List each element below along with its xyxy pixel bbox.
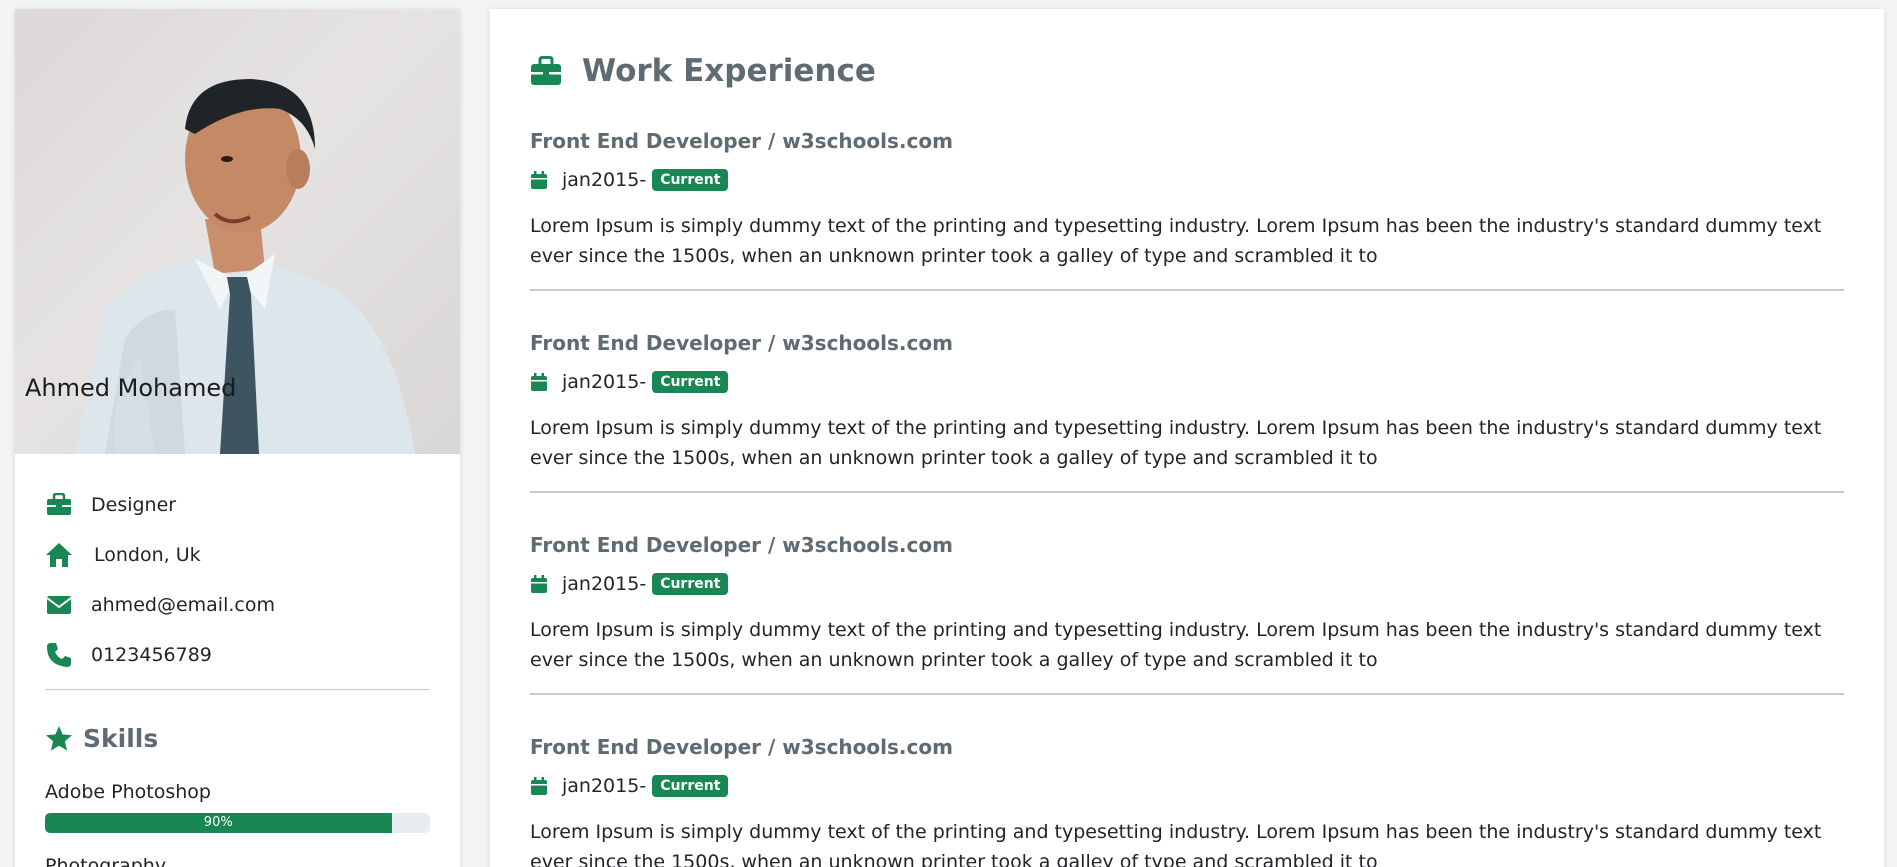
job-entry: Front End Developer / w3schools.com jan2… [530, 129, 1844, 291]
info-row-occupation: Designer [45, 480, 430, 530]
profile-photo: Ahmed Mohamed [15, 9, 460, 454]
status-badge: Current [652, 573, 729, 595]
briefcase-icon [530, 56, 562, 86]
job-title: Front End Developer / w3schools.com [530, 533, 953, 557]
job-description: Lorem Ipsum is simply dummy text of the … [530, 619, 1822, 671]
skills-title-text: Skills [83, 724, 159, 753]
job-date-row: jan2015- Current [530, 775, 1844, 797]
work-experience-card: Work Experience Front End Developer / w3… [490, 9, 1884, 867]
resume-page: Ahmed Mohamed Designer London, Uk ahmed@… [0, 0, 1897, 867]
work-experience-heading: Work Experience [530, 53, 1844, 89]
skill-name-photoshop: Adobe Photoshop [45, 781, 211, 803]
job-date: jan2015- [562, 573, 647, 595]
location-text: London, Uk [94, 544, 201, 566]
job-description: Lorem Ipsum is simply dummy text of the … [530, 417, 1822, 469]
phone-text[interactable]: 0123456789 [91, 644, 212, 666]
skill-progress-photoshop: 90% [45, 813, 430, 833]
job-date-row: jan2015- Current [530, 169, 1844, 191]
profile-card: Ahmed Mohamed Designer London, Uk ahmed@… [15, 9, 460, 867]
info-row-email: ahmed@email.com [45, 580, 430, 630]
occupation-text: Designer [91, 494, 177, 516]
calendar-icon [530, 776, 548, 796]
job-date: jan2015- [562, 775, 647, 797]
calendar-icon [530, 372, 548, 392]
envelope-icon [45, 591, 73, 619]
profile-divider [45, 689, 430, 690]
job-date: jan2015- [562, 169, 647, 191]
job-entry: Front End Developer / w3schools.com jan2… [530, 735, 1844, 867]
job-description: Lorem Ipsum is simply dummy text of the … [530, 215, 1822, 267]
skill-name-photography: Photography [45, 855, 167, 867]
skill-progress-bar: 90% [45, 813, 392, 833]
job-date-row: jan2015- Current [530, 371, 1844, 393]
status-badge: Current [652, 371, 729, 393]
job-title: Front End Developer / w3schools.com [530, 331, 953, 355]
job-date-row: jan2015- Current [530, 573, 1844, 595]
profile-name: Ahmed Mohamed [25, 374, 237, 402]
skills-heading: Skills [45, 724, 430, 753]
job-entry: Front End Developer / w3schools.com jan2… [530, 533, 1844, 695]
email-text[interactable]: ahmed@email.com [91, 594, 275, 616]
info-row-phone: 0123456789 [45, 630, 430, 680]
status-badge: Current [652, 775, 729, 797]
work-experience-title: Work Experience [582, 53, 876, 89]
phone-icon [45, 641, 73, 669]
calendar-icon [530, 574, 548, 594]
job-entry: Front End Developer / w3schools.com jan2… [530, 331, 1844, 493]
home-icon [45, 541, 73, 569]
job-title: Front End Developer / w3schools.com [530, 129, 953, 153]
calendar-icon [530, 170, 548, 190]
contact-info-list: Designer London, Uk ahmed@email.com 0123… [15, 454, 460, 867]
info-row-location: London, Uk [45, 530, 430, 580]
status-badge: Current [652, 169, 729, 191]
job-title: Front End Developer / w3schools.com [530, 735, 953, 759]
job-description: Lorem Ipsum is simply dummy text of the … [530, 821, 1822, 867]
job-date: jan2015- [562, 371, 647, 393]
briefcase-icon [45, 491, 73, 519]
star-icon [45, 725, 73, 752]
